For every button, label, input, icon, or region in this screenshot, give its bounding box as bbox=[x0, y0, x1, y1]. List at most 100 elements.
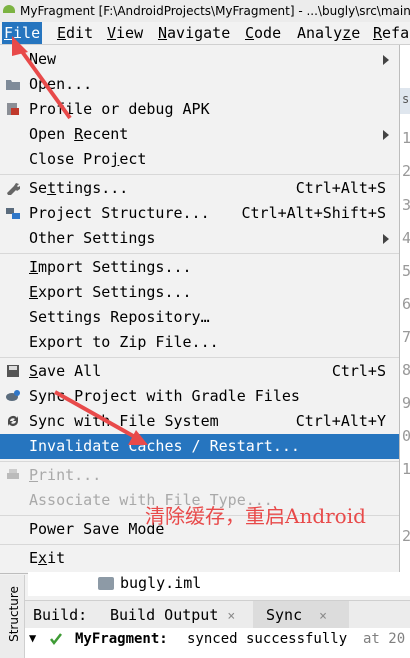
shortcut-label: Ctrl+S bbox=[331, 362, 386, 380]
gutter-line: 2 bbox=[402, 162, 410, 180]
gutter-line: 8 bbox=[402, 361, 410, 379]
menu-navigate[interactable]: Navigate bbox=[156, 22, 232, 44]
menu-refactor[interactable]: Refa bbox=[371, 22, 410, 44]
project-structure-icon bbox=[6, 208, 20, 219]
menu-item-label: Sync with File System bbox=[29, 412, 219, 430]
tab-sync-content: Sync × bbox=[266, 601, 327, 631]
menu-separator bbox=[0, 544, 399, 545]
menu-separator bbox=[0, 253, 399, 254]
menu-item-label: Settings... bbox=[29, 179, 129, 197]
wrench-icon bbox=[7, 183, 20, 195]
menu-item-label: Settings Repository… bbox=[29, 308, 210, 326]
tab-build-output[interactable]: Build Output × bbox=[110, 601, 235, 631]
gradle-sync-icon bbox=[6, 390, 20, 401]
window-title-bar: MyFragment [F:\AndroidProjects\MyFragmen… bbox=[0, 0, 410, 22]
apk-icon bbox=[7, 103, 19, 115]
save-disk-icon bbox=[7, 365, 19, 377]
editor-area bbox=[400, 45, 410, 590]
gutter-line: 0 bbox=[402, 427, 410, 445]
menu-item-label: Project Structure... bbox=[29, 204, 210, 222]
menu-item-label: Exit bbox=[29, 549, 66, 567]
menu-item-import-settings[interactable]: Import Settings... bbox=[0, 255, 399, 280]
tab-label: Sync bbox=[266, 606, 303, 624]
gutter-line: 3 bbox=[402, 196, 410, 214]
menu-item-label: Open Recent bbox=[29, 125, 129, 143]
module-file-icon bbox=[98, 577, 114, 590]
menu-item-label: Print... bbox=[29, 466, 102, 484]
menu-item-label: Export to Zip File... bbox=[29, 333, 219, 351]
menu-separator bbox=[0, 461, 399, 462]
build-label: Build: bbox=[33, 606, 88, 624]
submenu-arrow-icon bbox=[383, 55, 389, 65]
project-tree-row[interactable]: bugly.iml bbox=[28, 572, 410, 596]
build-status-text: synced successfully bbox=[187, 631, 348, 647]
expand-arrow-icon[interactable]: ▼ bbox=[29, 631, 36, 645]
structure-label: Structure bbox=[6, 586, 21, 642]
menu-item-other-settings[interactable]: Other Settings bbox=[0, 226, 399, 251]
menu-separator bbox=[0, 357, 399, 358]
menu-item-label: Invalidate Caches / Restart... bbox=[29, 437, 300, 455]
gutter-line: 6 bbox=[402, 295, 410, 313]
menu-item-label: Open... bbox=[29, 75, 93, 93]
menu-item-close-project[interactable]: Close Project bbox=[0, 147, 399, 172]
folder-open-icon bbox=[6, 80, 20, 90]
menu-separator bbox=[0, 174, 399, 175]
close-icon[interactable]: × bbox=[319, 609, 327, 624]
file-menu-dropdown: New Open... Profile or debug APK Open Re… bbox=[0, 45, 400, 574]
gutter-line: 7 bbox=[402, 328, 410, 346]
shortcut-label: Ctrl+Alt+Shift+S bbox=[241, 204, 387, 222]
menu-item-invalidate-caches[interactable]: Invalidate Caches / Restart... bbox=[0, 434, 399, 459]
gutter-line: 9 bbox=[402, 394, 410, 412]
shortcut-label: Ctrl+Alt+Y bbox=[295, 412, 386, 430]
gutter-line: 2 bbox=[402, 527, 410, 545]
window-title: MyFragment [F:\AndroidProjects\MyFragmen… bbox=[20, 4, 410, 18]
menu-item-label: Save All bbox=[29, 362, 102, 380]
annotation-text: 清除缓存，重启Android bbox=[145, 504, 366, 528]
menu-analyze[interactable]: Analyze bbox=[295, 22, 362, 44]
tab-label: Build Output bbox=[110, 606, 219, 624]
menu-item-save-all[interactable]: Save All Ctrl+S bbox=[0, 359, 399, 384]
menu-item-open[interactable]: Open... bbox=[0, 72, 399, 97]
menu-item-settings-repository[interactable]: Settings Repository… bbox=[0, 305, 399, 330]
menu-item-label: Import Settings... bbox=[29, 258, 192, 276]
menu-item-settings[interactable]: Settings... Ctrl+Alt+S bbox=[0, 176, 399, 201]
build-tool-window-header: Build: Build Output × Sync × bbox=[25, 600, 410, 629]
gutter-line: 1 bbox=[402, 460, 410, 478]
submenu-arrow-icon bbox=[383, 130, 389, 140]
menu-item-export-settings[interactable]: Export Settings... bbox=[0, 280, 399, 305]
structure-tool-window-tab[interactable]: Structure bbox=[0, 575, 25, 658]
menu-item-open-recent[interactable]: Open Recent bbox=[0, 122, 399, 147]
menu-item-export-zip[interactable]: Export to Zip File... bbox=[0, 330, 399, 355]
close-icon[interactable]: × bbox=[227, 609, 235, 624]
menu-item-label: Other Settings bbox=[29, 229, 156, 247]
menu-item-sync-file-system[interactable]: Sync with File System Ctrl+Alt+Y bbox=[0, 409, 399, 434]
menu-code[interactable]: Code bbox=[243, 22, 283, 44]
tree-item-label: bugly.iml bbox=[120, 574, 202, 592]
editor-tab-text: s bbox=[402, 92, 410, 106]
menu-item-exit[interactable]: Exit bbox=[0, 546, 399, 571]
android-studio-icon bbox=[3, 5, 15, 13]
menu-file[interactable]: File bbox=[2, 22, 43, 44]
build-project-name: MyFragment: bbox=[75, 631, 168, 647]
gutter-line: 5 bbox=[402, 262, 410, 280]
menu-bar: File Edit View Navigate Code Analyze Ref… bbox=[0, 22, 410, 45]
menu-view[interactable]: View bbox=[105, 22, 145, 44]
submenu-arrow-icon bbox=[383, 234, 389, 244]
check-icon bbox=[50, 633, 62, 646]
menu-item-label: Sync Project with Gradle Files bbox=[29, 387, 300, 405]
menu-item-profile-debug-apk[interactable]: Profile or debug APK bbox=[0, 97, 399, 122]
menu-item-label: Profile or debug APK bbox=[29, 100, 210, 118]
build-timestamp: at 20 bbox=[363, 631, 406, 647]
menu-item-label: New bbox=[29, 50, 57, 68]
menu-item-label: Export Settings... bbox=[29, 283, 192, 301]
menu-item-new[interactable]: New bbox=[0, 47, 399, 72]
shortcut-label: Ctrl+Alt+S bbox=[295, 179, 386, 197]
sync-icon bbox=[8, 416, 18, 426]
build-output-row[interactable]: ▼ MyFragment: synced successfully at 20 bbox=[25, 628, 410, 658]
gutter-line: 1 bbox=[402, 129, 410, 147]
menu-item-label: Close Project bbox=[29, 150, 147, 168]
menu-item-project-structure[interactable]: Project Structure... Ctrl+Alt+Shift+S bbox=[0, 201, 399, 226]
menu-item-sync-gradle[interactable]: Sync Project with Gradle Files bbox=[0, 384, 399, 409]
menu-item-print[interactable]: Print... bbox=[0, 463, 399, 488]
menu-edit[interactable]: Edit bbox=[55, 22, 95, 44]
